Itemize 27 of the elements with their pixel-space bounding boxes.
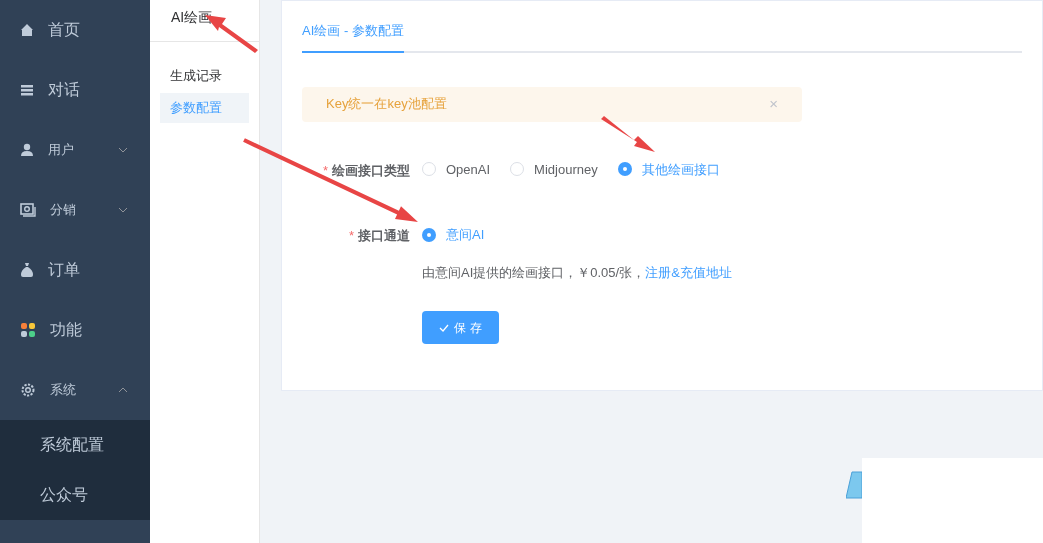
sidebar-item[interactable]: 订单 (0, 240, 150, 300)
submenu-item[interactable]: 公众号 (0, 470, 150, 520)
radio-option[interactable]: Midjourney (510, 159, 598, 179)
field-label: 接口通道 (358, 227, 410, 245)
sidebar-item[interactable]: 对话 (0, 60, 150, 120)
sidebar-item[interactable]: 首页 (0, 0, 150, 60)
photo-icon (20, 203, 36, 217)
required-mark: * (322, 161, 328, 180)
sidebar-item[interactable]: 用户 (0, 120, 150, 180)
submenu-item[interactable]: 系统配置 (0, 420, 150, 470)
help-text: 由意间AI提供的绘画接口，￥0.05/张，注册&充值地址 (422, 263, 732, 282)
required-mark: * (348, 227, 354, 245)
settings-icon (20, 382, 36, 398)
alert-text: Key统一在key池配置 (326, 95, 447, 114)
menu-icon (20, 84, 34, 96)
radio-option[interactable]: OpenAI (422, 159, 491, 179)
money-bag-icon (20, 262, 34, 278)
user-icon (20, 143, 34, 157)
sidebar-item[interactable]: 分销 (0, 180, 150, 240)
grid-icon (20, 322, 36, 338)
sidebar-item[interactable]: 系统 (0, 360, 150, 420)
submenu-item[interactable]: 生成记录 (160, 61, 249, 91)
sidebar-item[interactable]: 功能 (0, 300, 150, 360)
field-label: 绘画接口类型 (332, 161, 410, 180)
home-icon (20, 23, 34, 37)
annotation-arrow (601, 116, 655, 152)
check-icon (439, 323, 450, 332)
